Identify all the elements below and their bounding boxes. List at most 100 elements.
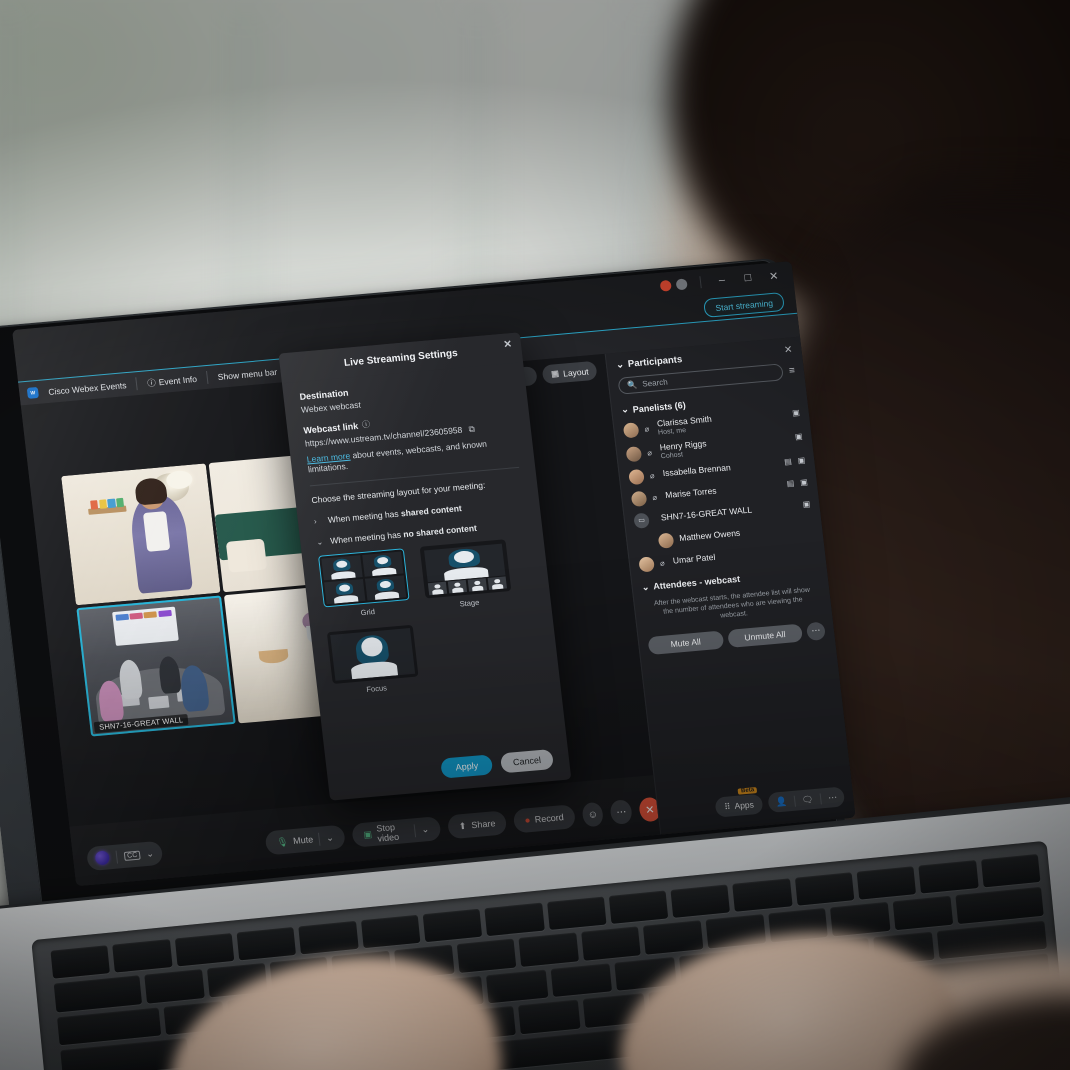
- close-window-button[interactable]: ✕: [760, 265, 788, 287]
- figure-body: [373, 590, 399, 600]
- webex-app: – □ ✕ Start streaming W Cisco Webex Even…: [12, 261, 856, 887]
- share-screen-icon: ⬆: [458, 820, 467, 831]
- show-menu-bar-label: Show menu bar: [217, 366, 278, 382]
- panel-title-group[interactable]: ⌄ Participants: [615, 354, 682, 371]
- figure-body: [371, 566, 397, 577]
- layout-caption: Focus: [365, 683, 388, 695]
- close-dialog-button[interactable]: ✕: [503, 339, 513, 351]
- bowl-decor: [258, 648, 290, 665]
- webex-logo-icon: W: [26, 386, 39, 399]
- chat-bubble-icon[interactable]: 🗨: [794, 792, 822, 807]
- record-label: Record: [534, 812, 565, 825]
- layout-options: Grid Stage: [317, 537, 535, 620]
- copy-icon[interactable]: ⧉: [468, 424, 475, 434]
- chevron-down-icon[interactable]: ⌄: [146, 848, 155, 860]
- figure-head: [434, 583, 441, 590]
- assistant-captions-group[interactable]: CC ⌄: [85, 840, 164, 872]
- layout-option-grid[interactable]: Grid: [317, 548, 411, 620]
- people-icon[interactable]: 👤: [768, 795, 796, 809]
- avatar: [628, 468, 645, 485]
- stop-video-button[interactable]: ▣ Stop video ⌄: [351, 816, 442, 848]
- grid-cell: [324, 578, 366, 605]
- filmstrip-cell: [467, 578, 488, 592]
- share-label: Share: [470, 818, 496, 831]
- chevron-down-icon: ⌄: [641, 581, 650, 592]
- panel-more-button[interactable]: ⋯: [805, 621, 826, 641]
- book-decor: [90, 500, 99, 510]
- mute-button[interactable]: 🎙 Mute ⌄: [264, 824, 346, 856]
- maximize-button[interactable]: □: [734, 267, 762, 289]
- ellipsis-icon[interactable]: ⋯: [821, 791, 845, 804]
- room-person: [117, 659, 144, 700]
- event-info-button[interactable]: ⓘ Event Info: [147, 372, 198, 388]
- participant-status-icons: ▤ ▣: [784, 455, 806, 466]
- chevron-down-icon: ⌄: [315, 536, 324, 547]
- captions-icon[interactable]: CC: [123, 850, 141, 861]
- grid-cell: [321, 555, 363, 581]
- figure-head: [454, 582, 461, 588]
- layout-option-focus[interactable]: Focus: [326, 624, 420, 697]
- filmstrip-cell: [447, 579, 468, 594]
- avatar: [630, 490, 648, 507]
- chevron-down-icon[interactable]: ⌄: [421, 824, 430, 836]
- apps-grid-icon: ⠿: [723, 800, 732, 812]
- recording-indicator-icon: [659, 279, 672, 292]
- apps-button[interactable]: Beta ⠿ Apps: [714, 787, 764, 818]
- chevron-down-icon[interactable]: ⌄: [615, 359, 624, 371]
- titlebar-divider: [699, 276, 702, 289]
- mute-all-button[interactable]: Mute All: [647, 630, 724, 655]
- figure-body: [432, 589, 444, 595]
- minimize-button[interactable]: –: [708, 269, 736, 291]
- shared-content-prefix: When meeting has: [327, 508, 402, 525]
- no-shared-content-prefix: When meeting has: [329, 529, 404, 546]
- chevron-down-icon: ⌄: [620, 404, 630, 415]
- close-panel-button[interactable]: ✕: [783, 344, 793, 356]
- camera-icon: ▣: [802, 498, 811, 509]
- chevron-right-icon: ›: [313, 516, 318, 526]
- microphone-icon: ⌀: [646, 447, 653, 458]
- grid-cells: [321, 551, 407, 605]
- focus-main-cell: [330, 628, 416, 681]
- live-streaming-settings-dialog: Live Streaming Settings ✕ Destination We…: [278, 332, 572, 801]
- participant-name: SHN7-16-GREAT WALL: [660, 504, 753, 523]
- dialog-body: Destination Webex webcast Webcast link ⓘ…: [282, 362, 561, 708]
- cushion-decor: [225, 538, 267, 574]
- focus-layout-preview[interactable]: [326, 624, 419, 684]
- camera-icon: ▣: [797, 455, 806, 465]
- microphone-icon: ⌀: [659, 557, 666, 568]
- more-options-button[interactable]: ⋯: [609, 799, 634, 825]
- show-menu-bar-button[interactable]: Show menu bar ⌄: [217, 365, 288, 382]
- microphone-icon: ⌀: [649, 470, 655, 480]
- sort-list-icon[interactable]: ≡: [788, 365, 795, 376]
- video-tile-active[interactable]: SHN7-16-GREAT WALL: [76, 595, 236, 737]
- grid-cell: [362, 551, 404, 577]
- event-info-label: Event Info: [158, 373, 198, 387]
- chevron-down-icon[interactable]: ⌄: [325, 832, 334, 844]
- unmute-all-button[interactable]: Unmute All: [726, 623, 804, 648]
- stage-layout-preview[interactable]: [419, 539, 512, 599]
- apply-button[interactable]: Apply: [440, 754, 494, 779]
- share-screen-icon: ▤: [783, 456, 793, 466]
- grid-layout-preview[interactable]: [317, 548, 410, 608]
- layout-option-stage[interactable]: Stage: [419, 539, 513, 611]
- app-title: Cisco Webex Events: [47, 379, 127, 397]
- share-button[interactable]: ⬆ Share: [446, 810, 508, 840]
- record-button[interactable]: ⏺ Record: [512, 804, 577, 834]
- participant-status-icons: ▣: [794, 432, 803, 442]
- participant-name: Umar Patel: [672, 552, 716, 566]
- room-person: [157, 656, 183, 694]
- layout-options-row2: Focus: [326, 614, 544, 697]
- room-person: [179, 664, 211, 713]
- video-tile[interactable]: [61, 463, 221, 605]
- apps-label: Apps: [733, 799, 755, 812]
- ai-assistant-icon[interactable]: [94, 850, 111, 866]
- reactions-button[interactable]: ☺: [581, 801, 605, 828]
- controls-left-group: CC ⌄: [85, 840, 164, 872]
- cancel-button[interactable]: Cancel: [499, 748, 555, 774]
- filmstrip-cell: [427, 581, 448, 596]
- info-icon[interactable]: ⓘ: [361, 419, 371, 431]
- mute-controls-row: Mute All Unmute All ⋯: [647, 621, 826, 655]
- control-divider: [115, 850, 118, 864]
- participant-shirt: [142, 511, 170, 552]
- attendees-note: After the webcast starts, the attendee l…: [653, 586, 811, 621]
